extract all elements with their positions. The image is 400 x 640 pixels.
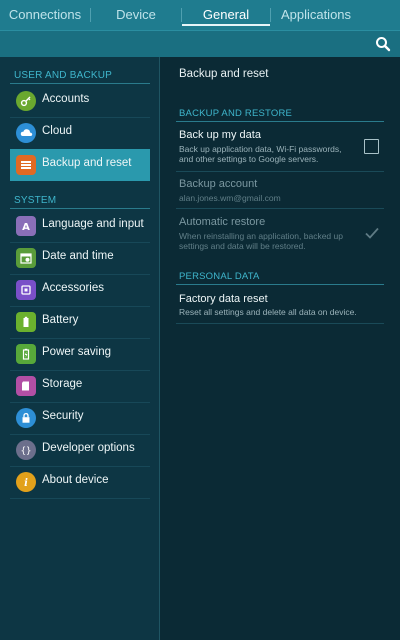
backup-account-title: Backup account: [179, 178, 258, 190]
section-header-user-backup: USER AND BACKUP: [14, 70, 113, 81]
menu-item-label: Battery: [42, 314, 79, 326]
tab-bar: Connections Device General Applications: [0, 0, 400, 30]
menu-item-developer-options[interactable]: {} Developer options: [10, 434, 150, 466]
cloud-icon: [16, 123, 36, 143]
factory-data-reset-title: Factory data reset: [179, 293, 268, 305]
svg-text:i: i: [24, 478, 28, 488]
power-saving-icon: [16, 344, 36, 364]
menu-item-date-and-time[interactable]: Date and time: [10, 242, 150, 274]
backup-my-data-title: Back up my data: [179, 129, 261, 141]
section-header-system: SYSTEM: [14, 195, 57, 206]
menu-item-cloud[interactable]: Cloud: [10, 117, 150, 149]
tab-connections[interactable]: Connections: [0, 0, 90, 30]
key-icon: [16, 91, 36, 111]
automatic-restore-title: Automatic restore: [179, 216, 266, 228]
menu-item-language-and-input[interactable]: A Language and input: [10, 210, 150, 242]
svg-text:{}: {}: [21, 447, 32, 457]
row-separator: [176, 171, 384, 172]
page-title: Backup and reset: [179, 68, 269, 80]
menu-item-storage[interactable]: Storage: [10, 370, 150, 402]
section-line: [176, 121, 384, 122]
search-icon[interactable]: [374, 35, 392, 53]
section-line: [10, 83, 150, 84]
tab-applications[interactable]: Applications: [271, 0, 361, 30]
battery-icon: [16, 312, 36, 332]
row-separator: [176, 208, 384, 209]
factory-data-reset-desc: Reset all settings and delete all data o…: [179, 307, 357, 317]
section-line: [10, 208, 150, 209]
automatic-restore-desc-line2: settings and data will be restored.: [179, 241, 306, 251]
menu-item-label: Accounts: [42, 93, 90, 105]
backup-account-value: alan.jones.wm@gmail.com: [179, 193, 281, 203]
menu-item-backup-and-reset[interactable]: Backup and reset: [10, 149, 150, 181]
menu-item-battery[interactable]: Battery: [10, 306, 150, 338]
backup-my-data-desc-line2: and other settings to Google servers.: [179, 154, 319, 164]
language-icon: A: [16, 216, 36, 236]
menu-item-label: Security: [42, 410, 84, 422]
menu-item-accessories[interactable]: Accessories: [10, 274, 150, 306]
info-icon: i: [16, 472, 36, 492]
menu-item-label: Date and time: [42, 250, 114, 262]
menu-item-label: About device: [42, 474, 109, 486]
menu-item-label: Developer options: [42, 442, 135, 454]
section-line: [176, 284, 384, 285]
menu-item-about-device[interactable]: i About device: [10, 466, 150, 498]
backup-my-data-desc-line1: Back up application data, Wi-Fi password…: [179, 144, 342, 154]
menu-separator: [10, 498, 150, 499]
menu-item-label: Power saving: [42, 346, 112, 358]
menu-item-label: Backup and reset: [42, 157, 132, 169]
menu-item-label: Cloud: [42, 125, 73, 137]
menu-item-label: Accessories: [42, 282, 104, 294]
backup-icon: [16, 155, 36, 175]
menu-item-security[interactable]: Security: [10, 402, 150, 434]
automatic-restore-checkmark-icon: [364, 225, 380, 241]
pane-divider: [159, 57, 160, 640]
menu-item-power-saving[interactable]: Power saving: [10, 338, 150, 370]
automatic-restore-desc-line1: When reinstalling an application, backed…: [179, 231, 343, 241]
menu-item-label: Storage: [42, 378, 83, 390]
action-bar: [0, 30, 400, 57]
lock-icon: [16, 408, 36, 428]
active-tab-indicator: [182, 24, 270, 26]
storage-icon: [16, 376, 36, 396]
section-header-personal-data: PERSONAL DATA: [179, 271, 260, 282]
menu-item-label: Language and input: [42, 218, 144, 230]
tab-device[interactable]: Device: [91, 0, 181, 30]
row-separator: [176, 323, 384, 324]
accessories-icon: [16, 280, 36, 300]
developer-icon: {}: [16, 440, 36, 460]
calendar-icon: [16, 248, 36, 268]
section-header-backup-restore: BACKUP AND RESTORE: [179, 108, 293, 119]
svg-text:A: A: [22, 222, 30, 232]
menu-item-accounts[interactable]: Accounts: [10, 85, 150, 117]
backup-my-data-checkbox[interactable]: [364, 139, 379, 154]
